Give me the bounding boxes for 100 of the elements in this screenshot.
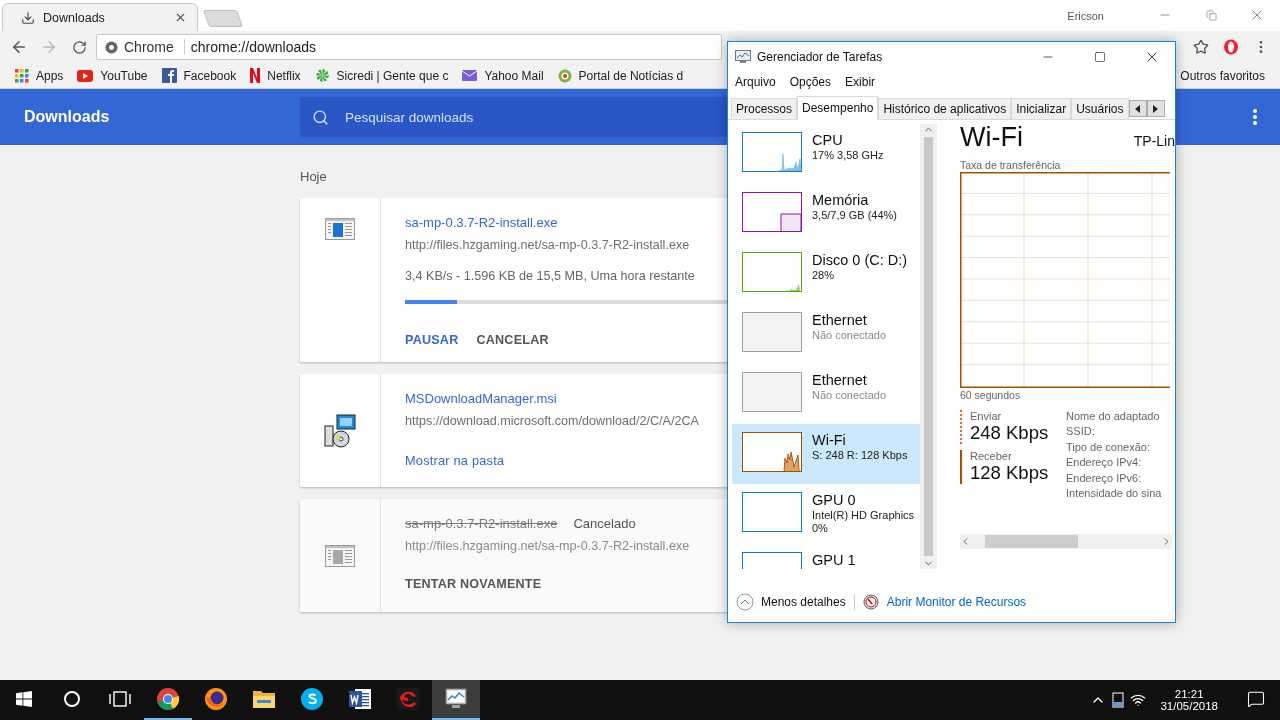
restore-icon	[1205, 9, 1217, 21]
menu-item[interactable]: Exibir	[845, 75, 876, 89]
installer-icon	[323, 413, 357, 448]
chevron-up-circle-icon	[736, 593, 754, 611]
firefox-logo-icon	[204, 687, 228, 711]
file-name-link[interactable]: MSDownloadManager.msi	[405, 391, 557, 406]
source-url: http://files.hzgaming.net/sa-mp-0.3.7-R2-install.exe	[405, 238, 690, 252]
stat-value: 248 Kbps	[970, 422, 1050, 444]
bookmark-link[interactable]: Apps	[10, 68, 69, 83]
globe-logo-icon	[557, 68, 572, 83]
pinwheel-icon	[314, 68, 330, 83]
resource-detail: 0%	[812, 522, 829, 534]
browser-tab[interactable]: Downloads	[2, 3, 198, 31]
maximize-icon	[1094, 51, 1106, 63]
menu-icon	[1253, 109, 1257, 125]
file-name-link[interactable]: sa-mp-0.3.7-R2-install.exe	[405, 215, 558, 230]
chrome-logo-icon	[156, 687, 180, 711]
tab[interactable]: Processos	[731, 98, 798, 119]
resource-item[interactable]: Ethernet Não conectado	[732, 364, 920, 424]
resource-item[interactable]: Wi-Fi S: 248 R: 128 Kbps	[732, 424, 920, 484]
other-bookmarks-link[interactable]: Outros favoritos	[1175, 68, 1270, 83]
action-button[interactable]: CANCELAR	[476, 333, 549, 347]
site-chip: Chrome	[124, 39, 185, 55]
graph-label: Taxa de transferência	[960, 159, 1062, 171]
resource-name: Disco 0 (C: D:)	[812, 252, 908, 268]
resource-item[interactable]: Memória 3,5/7,9 GB (44%)	[732, 184, 920, 244]
horizontal-scrollbar[interactable]	[960, 533, 1172, 549]
ring-logo-icon	[1223, 39, 1239, 55]
resource-detail: 17% 3,58 GHz	[812, 149, 884, 161]
bookmark-link[interactable]: Sicredi | Gente que c	[309, 68, 454, 83]
bookmark-link[interactable]: YouTube	[72, 68, 153, 83]
fewer-details-button[interactable]: Menos detalhes	[736, 593, 846, 611]
property-label: Intensidade do sina	[1066, 486, 1162, 499]
device-icon[interactable]	[1112, 692, 1125, 708]
resource-name: CPU	[812, 132, 844, 148]
apps-grid-icon	[15, 68, 29, 83]
wifi-icon[interactable]	[1130, 692, 1147, 708]
property-label: SSID:	[1066, 425, 1096, 438]
status-label: Cancelado	[573, 516, 636, 531]
tab[interactable]: Usuários	[1071, 98, 1129, 119]
mail-icon	[462, 70, 478, 81]
show-in-folder-link[interactable]: Mostrar na pasta	[405, 453, 505, 468]
profile-name: Ericson	[1067, 9, 1104, 22]
page-title: Downloads	[24, 108, 111, 126]
resource-detail: 28%	[812, 269, 836, 281]
gauge-icon	[862, 594, 879, 610]
resource-item[interactable]: GPU 0 Intel(R) HD Graphics 0%	[732, 484, 920, 544]
resource-name: GPU 0	[812, 492, 857, 508]
forward-arrow-icon	[40, 38, 58, 56]
stat-label: Enviar	[970, 410, 1003, 422]
reload-icon	[71, 39, 87, 55]
file-name: sa-mp-0.3.7-R2-install.exe	[405, 516, 558, 531]
resource-detail: Intel(R) HD Graphics	[812, 509, 915, 521]
close-icon[interactable]	[174, 11, 187, 24]
menu-item[interactable]: Opções	[789, 75, 832, 89]
bookmark-link[interactable]: Yahoo Mail	[457, 68, 549, 83]
menu-item[interactable]: Arquivo	[735, 75, 776, 89]
resource-item[interactable]: Disco 0 (C: D:) 28%	[732, 244, 920, 304]
clock[interactable]: 21:21 31/05/2018	[1152, 688, 1226, 712]
resource-name: Ethernet	[812, 312, 868, 328]
resource-detail: 3,5/7,9 GB (44%)	[812, 209, 897, 221]
tab[interactable]: Histórico de aplicativos	[878, 98, 1012, 119]
resource-name: GPU 1	[812, 552, 856, 568]
bookmark-link[interactable]: Portal de Notícias d	[552, 68, 689, 83]
star-icon	[1193, 39, 1209, 55]
netflix-logo-icon	[250, 68, 261, 83]
scroll-left-button[interactable]	[1129, 100, 1147, 117]
skype-logo-icon	[300, 687, 324, 711]
folder-icon	[252, 689, 276, 709]
vertical-scrollbar[interactable]	[920, 124, 937, 569]
adapter-name: TP-Lin	[1133, 133, 1175, 149]
address-bar[interactable]: Chrome chrome://downloads	[96, 34, 722, 60]
chrome-logo-icon	[105, 40, 118, 54]
address-text: chrome://downloads	[190, 39, 317, 55]
stat-label: Receber	[970, 450, 1013, 462]
action-button[interactable]: TENTAR NOVAMENTE	[405, 577, 542, 591]
resource-item[interactable]: CPU 17% 3,58 GHz	[732, 124, 920, 184]
program-window-icon	[325, 544, 355, 567]
task-manager-icon	[735, 49, 751, 64]
search-input[interactable]: Pesquisar downloads	[343, 108, 715, 126]
tab[interactable]: Desempenho	[797, 96, 879, 120]
resource-monitor-link[interactable]: Abrir Monitor de Recursos	[886, 595, 1027, 609]
property-label: Nome do adaptado	[1066, 410, 1161, 422]
download-icon	[21, 10, 35, 25]
resource-item[interactable]: Ethernet Não conectado	[732, 304, 920, 364]
bookmark-link[interactable]: Netflix	[245, 68, 306, 83]
right-triangle-icon	[1153, 104, 1159, 113]
resource-detail: S: 248 R: 128 Kbps	[812, 449, 908, 461]
tab[interactable]: Inicializar	[1011, 98, 1072, 119]
taskbar-app-button[interactable]	[432, 680, 480, 720]
bookmark-link[interactable]: Facebook	[156, 68, 242, 83]
source-url: https://download.microsoft.com/download/2/C/A/2CA	[405, 414, 699, 428]
search-field[interactable]: Pesquisar downloads	[300, 97, 727, 137]
garena-logo-icon	[396, 687, 420, 711]
resource-item[interactable]: GPU 1	[732, 544, 920, 569]
resource-detail: Não conectado	[812, 329, 886, 341]
program-window-icon	[325, 218, 355, 240]
speech-bubble-icon	[1247, 690, 1265, 708]
scroll-right-button[interactable]	[1147, 100, 1165, 117]
action-button[interactable]: PAUSAR	[405, 333, 459, 347]
